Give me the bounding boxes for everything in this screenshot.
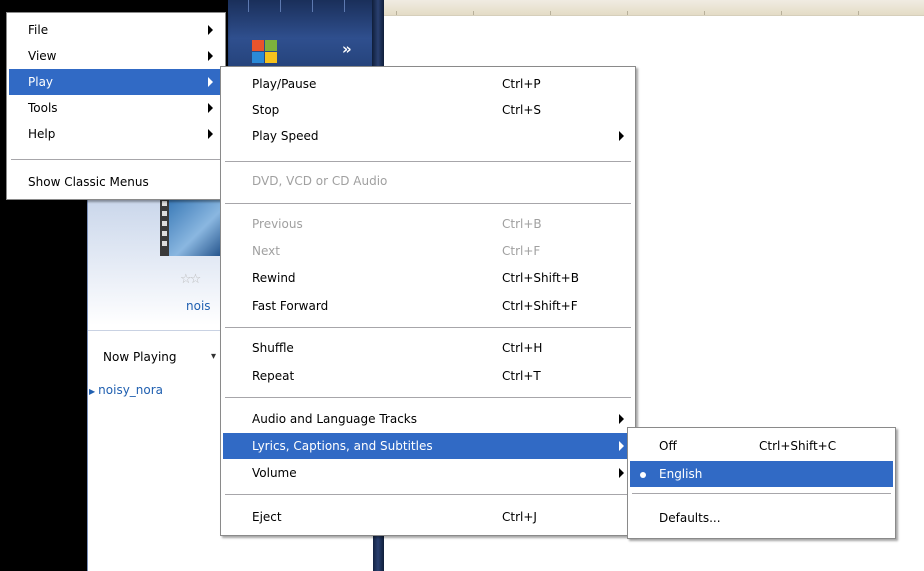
seek-ruler [384, 0, 924, 16]
submenu-arrow-icon [619, 468, 624, 478]
menu-item-eject[interactable]: Eject Ctrl+J [223, 504, 633, 530]
submenu-arrow-icon [619, 441, 624, 451]
menu-item-off[interactable]: Off Ctrl+Shift+C [630, 433, 893, 459]
menu-separator [225, 327, 631, 329]
chevron-right-icon[interactable]: » [342, 40, 352, 58]
menu-separator [225, 397, 631, 399]
menu-item-shuffle[interactable]: Shuffle Ctrl+H [223, 335, 633, 361]
menu-item-repeat[interactable]: Repeat Ctrl+T [223, 363, 633, 389]
menu-item-dvd-vcd-cd-audio[interactable]: DVD, VCD or CD Audio [223, 168, 633, 194]
menu-item-stop[interactable]: Stop Ctrl+S [223, 97, 633, 123]
now-playing-label[interactable]: Now Playing [103, 350, 177, 364]
submenu-arrow-icon [208, 129, 213, 139]
menu-item-english[interactable]: English [630, 461, 893, 487]
menu-item-show-classic-menus[interactable]: Show Classic Menus [9, 169, 223, 195]
windows-logo-icon [252, 40, 278, 64]
menu-item-play-pause[interactable]: Play/Pause Ctrl+P [223, 71, 633, 97]
menu-item-next[interactable]: Next Ctrl+F [223, 238, 633, 264]
menu-separator [225, 494, 631, 496]
star-rating-icon[interactable]: ☆☆ [180, 272, 201, 287]
menu-item-rewind[interactable]: Rewind Ctrl+Shift+B [223, 265, 633, 291]
album-title-link[interactable]: nois [186, 299, 211, 313]
menu-item-fast-forward[interactable]: Fast Forward Ctrl+Shift+F [223, 293, 633, 319]
menu-item-view[interactable]: View [9, 43, 223, 69]
play-indicator-icon: ▶ [89, 387, 96, 396]
menu-item-play[interactable]: Play [9, 69, 223, 95]
menu-item-help[interactable]: Help [9, 121, 223, 147]
menu-item-lyrics-captions-subtitles[interactable]: Lyrics, Captions, and Subtitles [223, 433, 633, 459]
menu-separator [632, 493, 891, 495]
menu-separator [11, 159, 221, 161]
submenu-arrow-icon [208, 103, 213, 113]
menu-item-tools[interactable]: Tools [9, 95, 223, 121]
play-menu: Play/Pause Ctrl+P Stop Ctrl+S Play Speed… [220, 66, 636, 536]
main-menu: File View Play Tools Help Show Classic M… [6, 12, 226, 200]
album-art[interactable] [160, 198, 224, 256]
submenu-arrow-icon [208, 25, 213, 35]
menu-item-defaults[interactable]: Defaults... [630, 505, 893, 531]
radio-bullet-icon [640, 472, 646, 478]
lyrics-captions-menu: Off Ctrl+Shift+C English Defaults... [627, 427, 896, 539]
dropdown-arrow-icon[interactable]: ▾ [211, 351, 216, 362]
menu-item-previous[interactable]: Previous Ctrl+B [223, 211, 633, 237]
submenu-arrow-icon [208, 51, 213, 61]
menu-item-file[interactable]: File [9, 17, 223, 43]
player-header [228, 0, 378, 70]
playlist-item[interactable]: ▶ noisy_nora [89, 383, 163, 397]
menu-item-audio-language-tracks[interactable]: Audio and Language Tracks [223, 406, 633, 432]
menu-item-volume[interactable]: Volume [223, 460, 633, 486]
menu-separator [225, 203, 631, 205]
submenu-arrow-icon [619, 131, 624, 141]
menu-separator [225, 161, 631, 163]
submenu-arrow-icon [208, 77, 213, 87]
submenu-arrow-icon [619, 414, 624, 424]
menu-item-play-speed[interactable]: Play Speed [223, 123, 633, 149]
